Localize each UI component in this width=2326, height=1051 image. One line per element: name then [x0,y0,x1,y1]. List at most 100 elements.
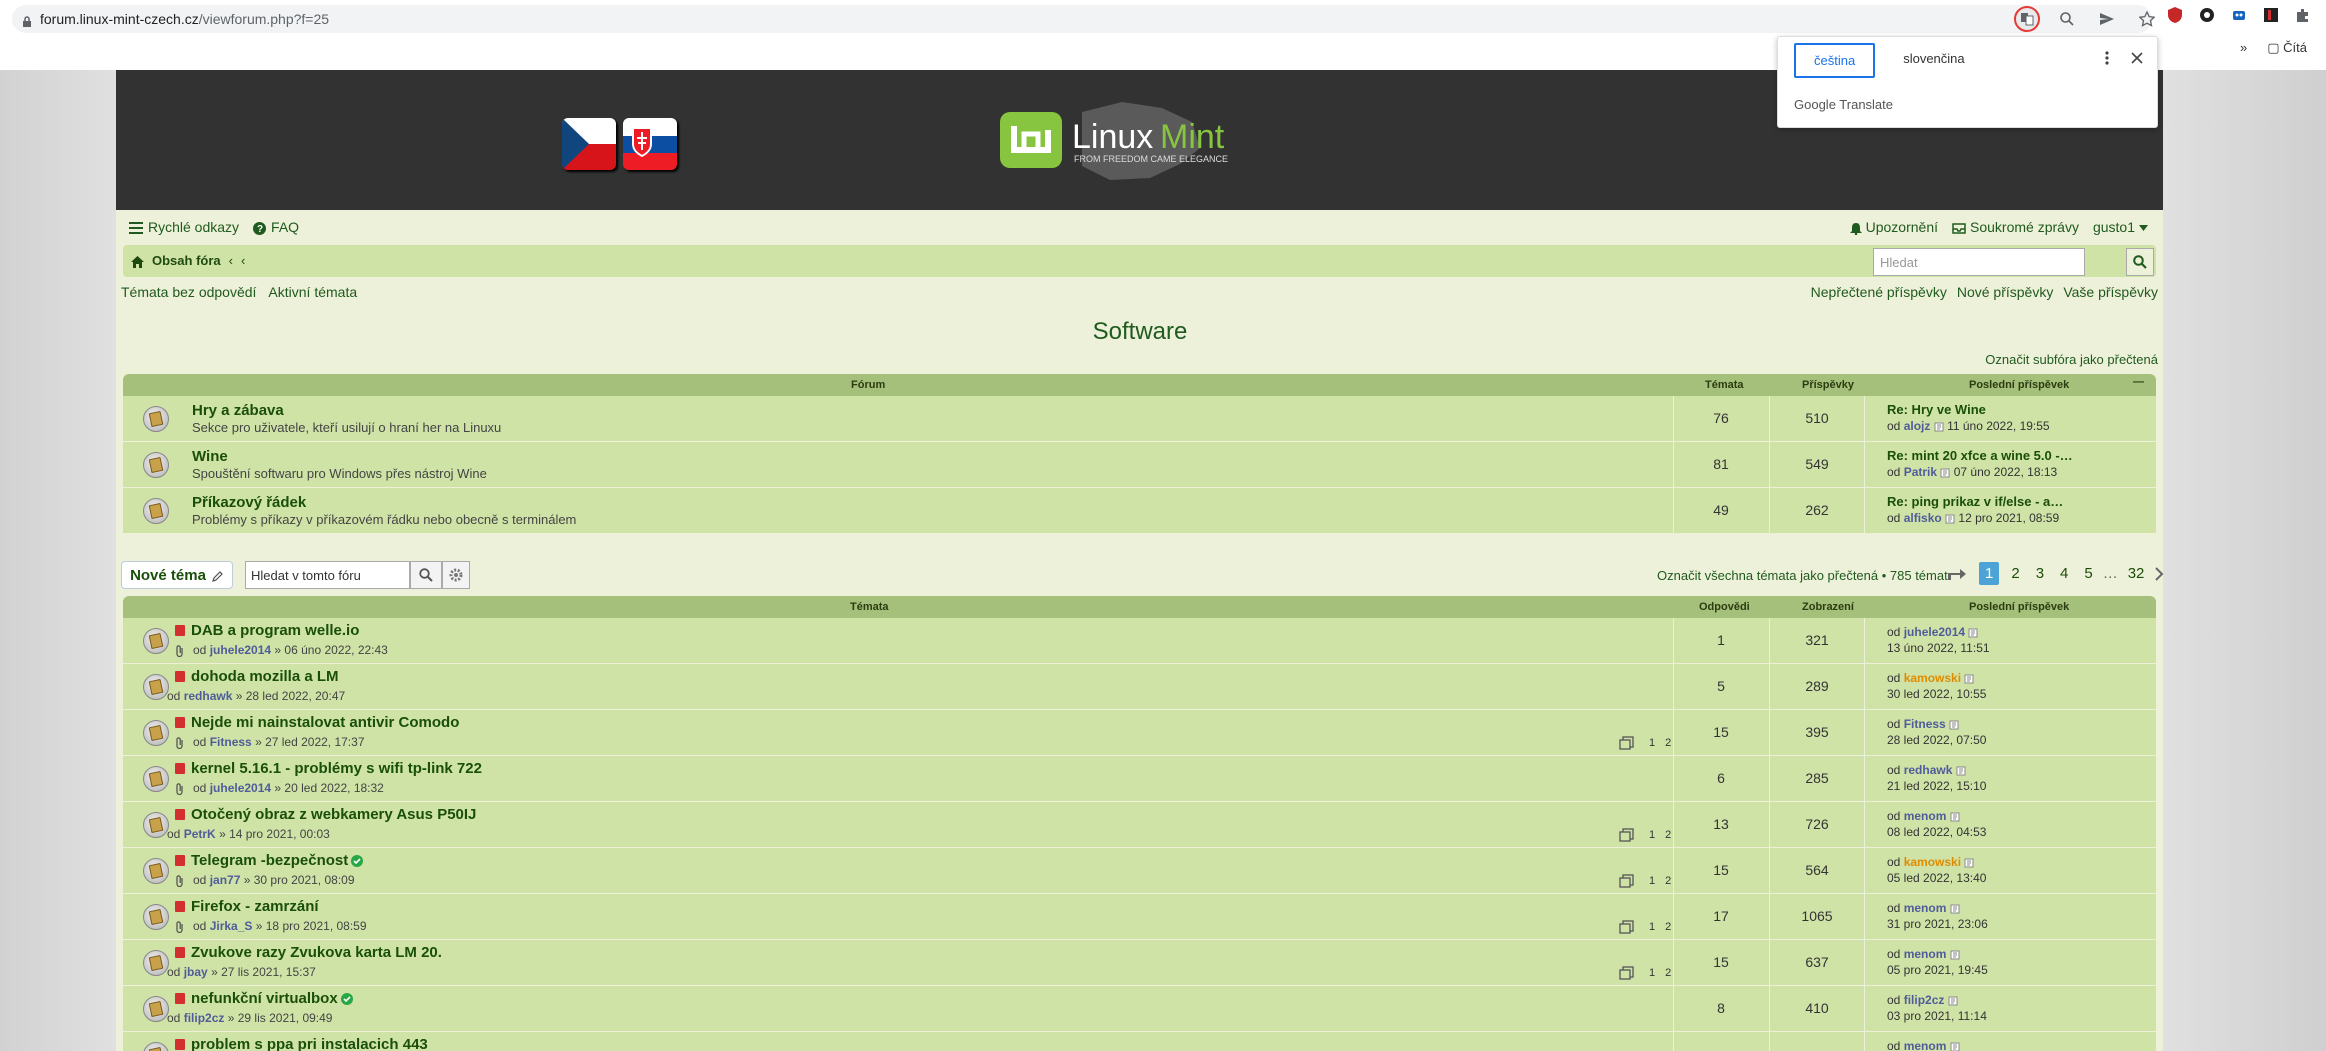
forum-title[interactable]: Wine [192,448,228,465]
topic-page-link[interactable]: 1 [1649,967,1655,979]
topic-page-link[interactable]: 1 [1649,921,1655,933]
last-post-user[interactable]: menom [1904,901,1947,915]
extension-red-icon[interactable] [2262,6,2280,24]
advanced-search-button[interactable] [442,561,470,589]
topic-author[interactable]: PetrK [184,827,216,841]
send-icon[interactable] [2094,6,2120,32]
jump-to-page-icon[interactable] [1947,565,1967,582]
view-latest-post-icon[interactable] [1956,763,1966,777]
last-post-user[interactable]: filip2cz [1904,993,1945,1007]
topic-author[interactable]: Fitness [210,735,252,749]
topic-title[interactable]: dohoda mozilla a LM [191,668,339,685]
topic-title[interactable]: Firefox - zamrzání [191,898,319,915]
topic-page-link[interactable]: 2 [1665,737,1671,749]
collapse-icon[interactable]: — [2133,376,2144,388]
page-link[interactable]: 3 [2032,563,2048,584]
view-latest-post-icon[interactable] [1940,465,1950,479]
last-post-user[interactable]: alojz [1904,419,1931,433]
unanswered-topics-link[interactable]: Témata bez odpovědí [121,284,256,300]
new-topic-button[interactable]: Nové téma [121,561,233,589]
topic-title[interactable]: Nejde mi nainstalovat antivir Comodo [191,714,459,731]
star-icon[interactable] [2134,6,2160,32]
extension-shield-icon[interactable] [2166,6,2184,24]
topic-page-link[interactable]: 2 [1665,967,1671,979]
topic-page-link[interactable]: 2 [1665,921,1671,933]
topic-title[interactable]: problem s ppa pri instalacich 443 [191,1036,428,1051]
page-current[interactable]: 1 [1979,562,2000,585]
view-latest-post-icon[interactable] [1945,511,1955,525]
view-latest-post-icon[interactable] [1950,809,1960,823]
forum-title[interactable]: Hry a zábava [192,402,284,419]
forum-search-input[interactable]: Hledat v tomto fóru [245,561,410,589]
view-latest-post-icon[interactable] [1968,625,1978,639]
translate-tab-slovak[interactable]: slovenčina [1885,43,1982,78]
topic-page-link[interactable]: 1 [1649,737,1655,749]
more-vert-icon[interactable] [2105,49,2109,67]
forum-title[interactable]: Příkazový řádek [192,494,306,511]
last-post-user[interactable]: redhawk [1904,763,1953,777]
zoom-icon[interactable] [2054,6,2080,32]
puzzle-icon[interactable] [2294,6,2312,24]
topic-page-link[interactable]: 2 [1665,829,1671,841]
topic-title[interactable]: nefunkční virtualbox [191,990,338,1007]
reading-list[interactable]: ▢ Čítá [2267,40,2307,56]
chevron-right-icon[interactable] [2154,565,2164,582]
translate-icon[interactable] [2014,6,2040,32]
active-topics-link[interactable]: Aktivní témata [268,284,357,300]
topic-page-link[interactable]: 1 [1649,829,1655,841]
topic-author[interactable]: filip2cz [184,1011,225,1025]
view-latest-post-icon[interactable] [1950,947,1960,961]
topic-title[interactable]: DAB a program welle.io [191,622,359,639]
address-bar[interactable]: forum.linux-mint-czech.cz/viewforum.php?… [12,5,2152,33]
topic-author[interactable]: jbay [184,965,208,979]
view-latest-post-icon[interactable] [1949,717,1959,731]
topic-author[interactable]: Jirka_S [210,919,253,933]
last-post-user[interactable]: alfisko [1904,511,1942,525]
view-latest-post-icon[interactable] [1934,419,1944,433]
last-post-user[interactable]: kamowski [1904,671,1961,685]
close-icon[interactable] [2131,49,2143,67]
topic-author[interactable]: jan77 [210,873,241,887]
extension-robot-icon[interactable] [2230,6,2248,24]
last-post-user[interactable]: kamowski [1904,855,1961,869]
page-link[interactable]: 5 [2080,563,2096,584]
last-post-link[interactable]: Re: Hry ve Wine [1887,402,1986,417]
view-latest-post-icon[interactable] [1950,1039,1960,1051]
mark-subforums-read-link[interactable]: Označit subfóra jako přečtená [1985,352,2158,367]
translate-tab-czech[interactable]: čeština [1794,43,1876,78]
search-input[interactable]: Hledat [1873,248,2085,276]
view-latest-post-icon[interactable] [1964,855,1974,869]
quick-links-menu[interactable]: Rychlé odkazy [129,219,239,235]
view-latest-post-icon[interactable] [1964,671,1974,685]
topic-author[interactable]: redhawk [184,689,233,703]
new-posts-link[interactable]: Nové příspěvky [1957,284,2053,300]
last-post-link[interactable]: Re: mint 20 xfce a wine 5.0 -… [1887,448,2073,463]
last-post-user[interactable]: juhele2014 [1904,625,1965,639]
last-post-user[interactable]: Patrik [1904,465,1937,479]
topic-author[interactable]: juhele2014 [210,643,271,657]
topic-title[interactable]: Otočený obraz z webkamery Asus P50IJ [191,806,476,823]
view-latest-post-icon[interactable] [1948,993,1958,1007]
view-latest-post-icon[interactable] [1950,901,1960,915]
page-last[interactable]: 32 [2124,563,2149,584]
last-post-link[interactable]: Re: ping prikaz v if/else - a… [1887,494,2063,509]
faq-link[interactable]: ? FAQ [253,219,299,235]
user-menu[interactable]: gusto1 [2093,219,2148,235]
topic-page-link[interactable]: 2 [1665,875,1671,887]
topic-title[interactable]: Zvukove razy Zvukova karta LM 20. [191,944,442,961]
your-posts-link[interactable]: Vaše příspěvky [2063,284,2158,300]
last-post-user[interactable]: Fitness [1904,717,1946,731]
topic-title[interactable]: Telegram -bezpečnost [191,852,348,869]
topic-title[interactable]: kernel 5.16.1 - problémy s wifi tp-link … [191,760,482,777]
topic-author[interactable]: juhele2014 [210,781,271,795]
unread-posts-link[interactable]: Nepřečtené příspěvky [1811,284,1947,300]
last-post-user[interactable]: menom [1904,1039,1947,1051]
search-button[interactable] [2126,248,2154,276]
page-link[interactable]: 2 [2007,563,2023,584]
breadcrumb-home[interactable]: Obsah fóra [152,253,221,268]
notifications-link[interactable]: Upozornění [1849,219,1938,235]
mark-all-topics-read[interactable]: Označit všechna témata jako přečtená • 7… [1657,568,1948,583]
page-link[interactable]: 4 [2056,563,2072,584]
czech-flag-icon[interactable] [562,118,616,170]
forum-search-button[interactable] [410,561,442,589]
